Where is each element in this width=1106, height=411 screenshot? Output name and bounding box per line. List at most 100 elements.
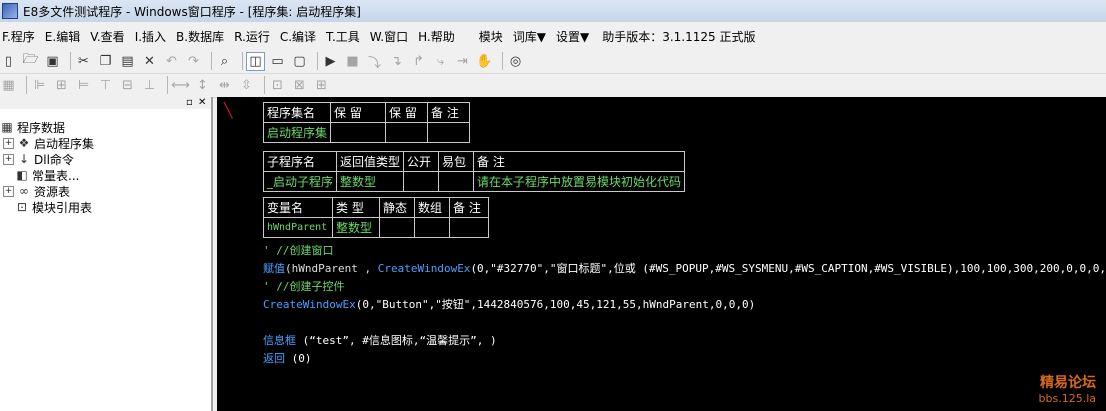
table-cell[interactable]	[379, 217, 415, 238]
table-cell[interactable]	[385, 122, 429, 143]
menu-database[interactable]: B.数据库	[171, 28, 229, 45]
center-vertical-icon[interactable]: ⊠	[291, 77, 308, 94]
menu-run[interactable]: R.运行	[229, 28, 275, 45]
project-tree: ▦ 程序数据 + ❖ 启动程序集 + ↓ Dll命令 ◧ 常量表... + ∞ …	[0, 119, 211, 215]
delete-icon[interactable]: ✕	[141, 53, 158, 70]
code-line[interactable]: CreateWindowEx(0,"Button","按钮",144284057…	[263, 296, 755, 312]
code-text: (hWndParent ,	[285, 262, 378, 275]
expand-icon[interactable]: +	[3, 153, 14, 165]
code-comment[interactable]: ' //创建子控件	[263, 278, 345, 294]
close-icon[interactable]: ✕	[198, 97, 206, 109]
layout-full-icon[interactable]: ▢	[291, 53, 308, 70]
expand-icon[interactable]: +	[3, 185, 14, 197]
tree-item-startup-assembly[interactable]: + ❖ 启动程序集	[0, 135, 211, 151]
table-cell[interactable]	[330, 122, 387, 143]
align-grid-icon[interactable]: ▦	[0, 77, 17, 94]
tree-item-constants[interactable]: ◧ 常量表...	[0, 167, 211, 183]
resources-icon: ∞	[19, 184, 29, 198]
open-folder-icon[interactable]: 🗁	[22, 52, 39, 70]
center-horizontal-icon[interactable]: ⊡	[269, 77, 286, 94]
forum-watermark: 精易论坛 bbs.125.la	[1039, 372, 1096, 405]
align-middle-icon[interactable]: ⊟	[119, 77, 136, 94]
tree-item-dll-commands[interactable]: + ↓ Dll命令	[0, 151, 211, 167]
find-icon[interactable]: ⌕	[216, 53, 233, 70]
table-cell[interactable]: 请在本子程序中放置易模块初始化代码	[473, 171, 686, 192]
code-line[interactable]: 信息框 (“test”, #信息图标,“温馨提示”, )	[263, 332, 497, 348]
tree-item-label: 常量表...	[32, 168, 80, 183]
table-cell[interactable]: 整数型	[336, 171, 405, 192]
hand-icon[interactable]: ✋	[476, 53, 493, 70]
table-cell[interactable]: 整数型	[332, 217, 380, 238]
run-to-cursor-icon[interactable]: ⇥	[454, 53, 471, 70]
same-height-icon[interactable]: ↕	[194, 77, 211, 94]
menu-view[interactable]: V.查看	[85, 28, 129, 45]
space-horizontal-icon[interactable]: ⇹	[216, 77, 233, 94]
app-icon	[2, 3, 18, 19]
main-toolbar: ▯ 🗁 ▣ ✂ ❐ ▤ ✕ ↶ ↷ ⌕ ◫ ▭ ▢ ▶ ■ ⤵ ↴ ↱ ⤷ ⇥ …	[0, 49, 1106, 74]
save-icon[interactable]: ▣	[44, 53, 61, 70]
menu-edit[interactable]: E.编辑	[40, 28, 85, 45]
menu-window[interactable]: W.窗口	[365, 28, 413, 45]
project-panel: ▫ ✕ ▦ 程序数据 + ❖ 启动程序集 + ↓ Dll命令 ◧ 常量表... …	[0, 97, 213, 411]
cut-icon[interactable]: ✂	[75, 53, 92, 70]
layout-split-icon[interactable]: ◫	[246, 51, 265, 71]
menu-insert[interactable]: I.插入	[130, 28, 171, 45]
table-cell[interactable]: 启动程序集	[262, 122, 332, 143]
restore-icon[interactable]: ▫	[186, 97, 193, 109]
code-line[interactable]: 赋值(hWndParent , CreateWindowEx(0,"#32770…	[263, 260, 1106, 276]
align-top-icon[interactable]: ⊤	[97, 77, 114, 94]
code-editor[interactable]: ╲ 程序集名 保 留 保 留 备 注 启动程序集 子程序名 返回值类型 公开 易…	[217, 97, 1106, 411]
table-header: 静态	[379, 197, 415, 218]
table-header: 备 注	[427, 102, 471, 123]
table-cell[interactable]: _启动子程序	[262, 171, 338, 192]
same-width-icon[interactable]: ⟷	[171, 77, 190, 94]
code-line[interactable]: 返回 (0)	[263, 350, 312, 366]
tree-root[interactable]: ▦ 程序数据	[0, 119, 211, 135]
code-comment[interactable]: ' //创建窗口	[263, 242, 334, 258]
menu-thesaurus[interactable]: 词库▼	[508, 28, 551, 45]
table-cell[interactable]	[449, 217, 489, 238]
menu-settings[interactable]: 设置▼	[551, 28, 594, 45]
toolbar-divider	[211, 52, 212, 70]
table-header: 程序集名	[262, 102, 332, 123]
step-icon[interactable]: ⤵	[366, 53, 383, 71]
expand-icon[interactable]: +	[3, 137, 14, 149]
menu-bar: F.程序 E.编辑 V.查看 I.插入 B.数据库 R.运行 C.编译 T.工具…	[0, 25, 1106, 47]
toolbar-divider	[167, 76, 168, 94]
copy-icon[interactable]: ❐	[97, 53, 114, 70]
align-center-icon[interactable]: ⊞	[53, 77, 70, 94]
tree-item-module-refs[interactable]: ⊡ 模块引用表	[0, 199, 211, 215]
step-into-icon[interactable]: ↴	[388, 53, 405, 70]
run-icon[interactable]: ▶	[322, 53, 339, 70]
table-cell[interactable]: hWndParent	[263, 217, 333, 238]
menu-compile[interactable]: C.编译	[275, 28, 321, 45]
table-cell[interactable]	[438, 171, 475, 192]
tree-item-label: Dll命令	[34, 152, 74, 167]
table-header: 变量名	[263, 197, 333, 218]
step-over-icon[interactable]: ⤷	[432, 53, 449, 70]
menu-module[interactable]: 模块	[474, 28, 508, 45]
undo-icon[interactable]: ↶	[163, 53, 180, 70]
breakpoint-icon: ╲	[224, 103, 233, 119]
dll-icon: ↓	[18, 152, 30, 166]
redo-icon[interactable]: ↷	[185, 53, 202, 70]
menu-tools[interactable]: T.工具	[321, 28, 365, 45]
table-cell[interactable]	[414, 217, 450, 238]
stop-icon[interactable]: ■	[344, 53, 361, 70]
tree-item-resources[interactable]: + ∞ 资源表	[0, 183, 211, 199]
menu-help[interactable]: H.帮助	[413, 28, 460, 45]
align-right-icon[interactable]: ⊨	[75, 77, 92, 94]
align-bottom-icon[interactable]: ⊥	[141, 77, 158, 94]
space-vertical-icon[interactable]: ⇳	[238, 77, 255, 94]
align-left-icon[interactable]: ⊫	[31, 77, 48, 94]
table-cell[interactable]	[403, 171, 440, 192]
menu-file[interactable]: F.程序	[0, 28, 40, 45]
code-args: (0,"#32770","窗口标题",位或 (#WS_POPUP,#WS_SYS…	[470, 262, 1106, 275]
table-cell[interactable]	[427, 122, 471, 143]
new-file-icon[interactable]: ▯	[0, 53, 17, 70]
step-out-icon[interactable]: ↱	[410, 53, 427, 70]
layout-horizontal-icon[interactable]: ▭	[269, 53, 286, 70]
tab-order-icon[interactable]: ⊞	[313, 77, 330, 94]
paste-icon[interactable]: ▤	[119, 53, 136, 70]
binoculars-icon[interactable]: ◎	[507, 53, 524, 70]
